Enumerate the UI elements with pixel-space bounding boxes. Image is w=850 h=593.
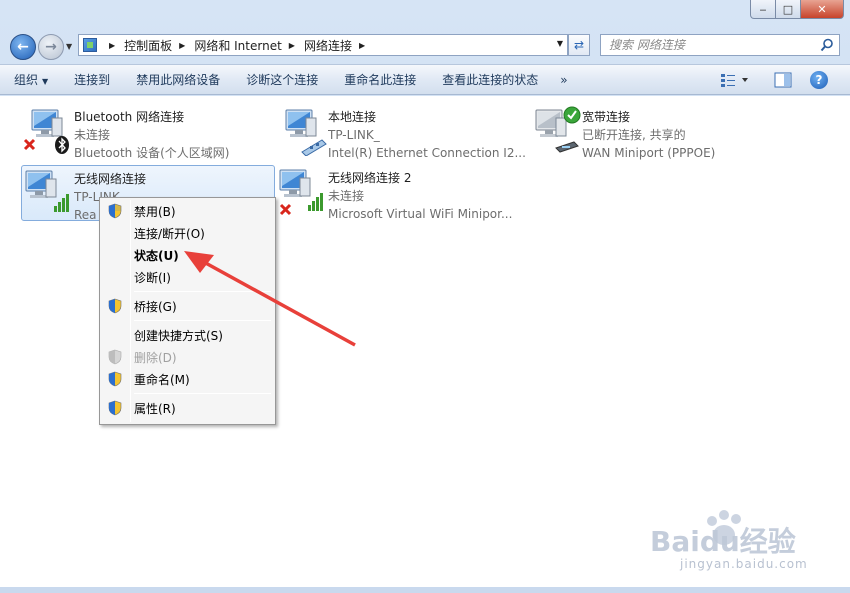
forward-arrow-icon: → xyxy=(45,39,57,55)
command-bar: 组织 ▼ 连接到 禁用此网络设备 诊断这个连接 重命名此连接 查看此连接的状态 »… xyxy=(0,64,850,95)
breadcrumb-arrow-icon[interactable]: ▶ xyxy=(179,41,185,50)
connect-to-button[interactable]: 连接到 xyxy=(74,71,110,88)
breadcrumb-root-arrow-icon[interactable]: ▶ xyxy=(109,41,115,50)
breadcrumb-arrow-icon[interactable]: ▶ xyxy=(289,41,295,50)
disable-device-button[interactable]: 禁用此网络设备 xyxy=(136,71,220,88)
help-button[interactable]: ? xyxy=(810,71,828,89)
back-arrow-icon: ← xyxy=(17,39,29,55)
control-panel-icon xyxy=(83,38,97,52)
menu-item-properties[interactable]: 属性(R) xyxy=(102,397,273,419)
connection-device: WAN Miniport (PPPOE) xyxy=(582,146,716,160)
connection-item-wireless-2[interactable]: 无线网络连接 2 未连接 Microsoft Virtual WiFi Mini… xyxy=(276,165,530,221)
rename-button[interactable]: 重命名此连接 xyxy=(344,71,416,88)
dropdown-arrow-icon: ▼ xyxy=(42,77,49,86)
help-icon: ? xyxy=(815,73,823,87)
forward-button[interactable]: → xyxy=(38,34,64,60)
annotation-arrow-icon xyxy=(184,251,356,347)
preview-pane-button[interactable] xyxy=(774,71,792,89)
bluetooth-network-icon xyxy=(22,104,74,156)
connection-item-local[interactable]: 本地连接 TP-LINK_ Intel(R) Ethernet Connecti… xyxy=(276,104,530,160)
connection-device: Intel(R) Ethernet Connection I2... xyxy=(328,146,526,160)
breadcrumb-network-internet[interactable]: 网络和 Internet xyxy=(194,37,281,54)
menu-item-rename[interactable]: 重命名(M) xyxy=(102,368,273,390)
wireless-network-icon xyxy=(22,166,74,218)
connection-status: 未连接 xyxy=(328,189,365,203)
search-icon[interactable] xyxy=(820,38,834,52)
address-bar[interactable]: ▶ 控制面板 ▶ 网络和 Internet ▶ 网络连接 ▶ ▼ xyxy=(78,34,568,56)
preview-pane-icon xyxy=(774,72,792,88)
maximize-button[interactable]: □ xyxy=(776,0,801,19)
search-box xyxy=(600,34,840,56)
refresh-button[interactable]: ⇄ xyxy=(568,34,590,56)
view-status-button[interactable]: 查看此连接的状态 xyxy=(442,71,538,88)
uac-shield-icon xyxy=(108,298,122,314)
connection-name: 无线网络连接 xyxy=(74,172,147,186)
menu-item-connect-disconnect[interactable]: 连接/断开(O) xyxy=(102,222,273,244)
organize-button[interactable]: 组织 ▼ xyxy=(14,71,48,88)
connection-name: 本地连接 xyxy=(328,110,377,124)
maximize-icon: □ xyxy=(782,2,794,16)
uac-shield-icon xyxy=(108,349,122,365)
connection-device: Microsoft Virtual WiFi Minipor... xyxy=(328,207,513,221)
close-icon: ✕ xyxy=(817,2,827,16)
broadband-network-icon xyxy=(530,104,582,156)
minimize-icon: ‒ xyxy=(759,2,767,16)
search-input[interactable] xyxy=(601,35,811,55)
breadcrumb-control-panel[interactable]: 控制面板 xyxy=(124,37,172,54)
uac-shield-icon xyxy=(108,400,122,416)
close-button[interactable]: ✕ xyxy=(801,0,844,19)
connection-device: Bluetooth 设备(个人区域网) xyxy=(74,146,230,160)
uac-shield-icon xyxy=(108,371,122,387)
breadcrumb-arrow-icon[interactable]: ▶ xyxy=(359,41,365,50)
address-history-dropdown-icon[interactable]: ▼ xyxy=(557,39,563,48)
window-caption-buttons: ‒ □ ✕ xyxy=(750,0,844,19)
connection-status: 未连接 xyxy=(74,128,111,142)
view-options-icon xyxy=(721,74,748,87)
minimize-button[interactable]: ‒ xyxy=(750,0,776,19)
refresh-icon: ⇄ xyxy=(573,38,585,52)
change-view-button[interactable] xyxy=(720,71,750,89)
back-button[interactable]: ← xyxy=(10,34,36,60)
recent-pages-dropdown[interactable]: ▼ xyxy=(66,42,72,51)
diagnose-button[interactable]: 诊断这个连接 xyxy=(246,71,318,88)
watermark-logo: Baidu经验 xyxy=(650,525,796,558)
wireless-network-icon xyxy=(276,165,328,217)
menu-separator xyxy=(134,393,271,394)
menu-item-delete[interactable]: 删除(D) xyxy=(102,346,273,368)
breadcrumb-network-connections[interactable]: 网络连接 xyxy=(304,37,352,54)
more-commands-button[interactable]: » xyxy=(560,73,567,87)
connection-item-bluetooth[interactable]: Bluetooth 网络连接 未连接 Bluetooth 设备(个人区域网) xyxy=(22,104,276,160)
window-bottom-border xyxy=(0,587,850,593)
connection-name: 宽带连接 xyxy=(582,110,631,124)
watermark-url: jingyan.baidu.com xyxy=(680,557,808,571)
connection-status: 已断开连接, 共享的 xyxy=(582,128,686,142)
ethernet-network-icon xyxy=(276,104,328,157)
uac-shield-icon xyxy=(108,203,122,219)
connection-name: 无线网络连接 2 xyxy=(328,171,412,185)
connection-item-broadband[interactable]: 宽带连接 已断开连接, 共享的 WAN Miniport (PPPOE) xyxy=(530,104,784,160)
connection-name: Bluetooth 网络连接 xyxy=(74,110,185,124)
menu-item-disable[interactable]: 禁用(B) xyxy=(102,200,273,222)
connection-status: TP-LINK_ xyxy=(328,128,380,142)
